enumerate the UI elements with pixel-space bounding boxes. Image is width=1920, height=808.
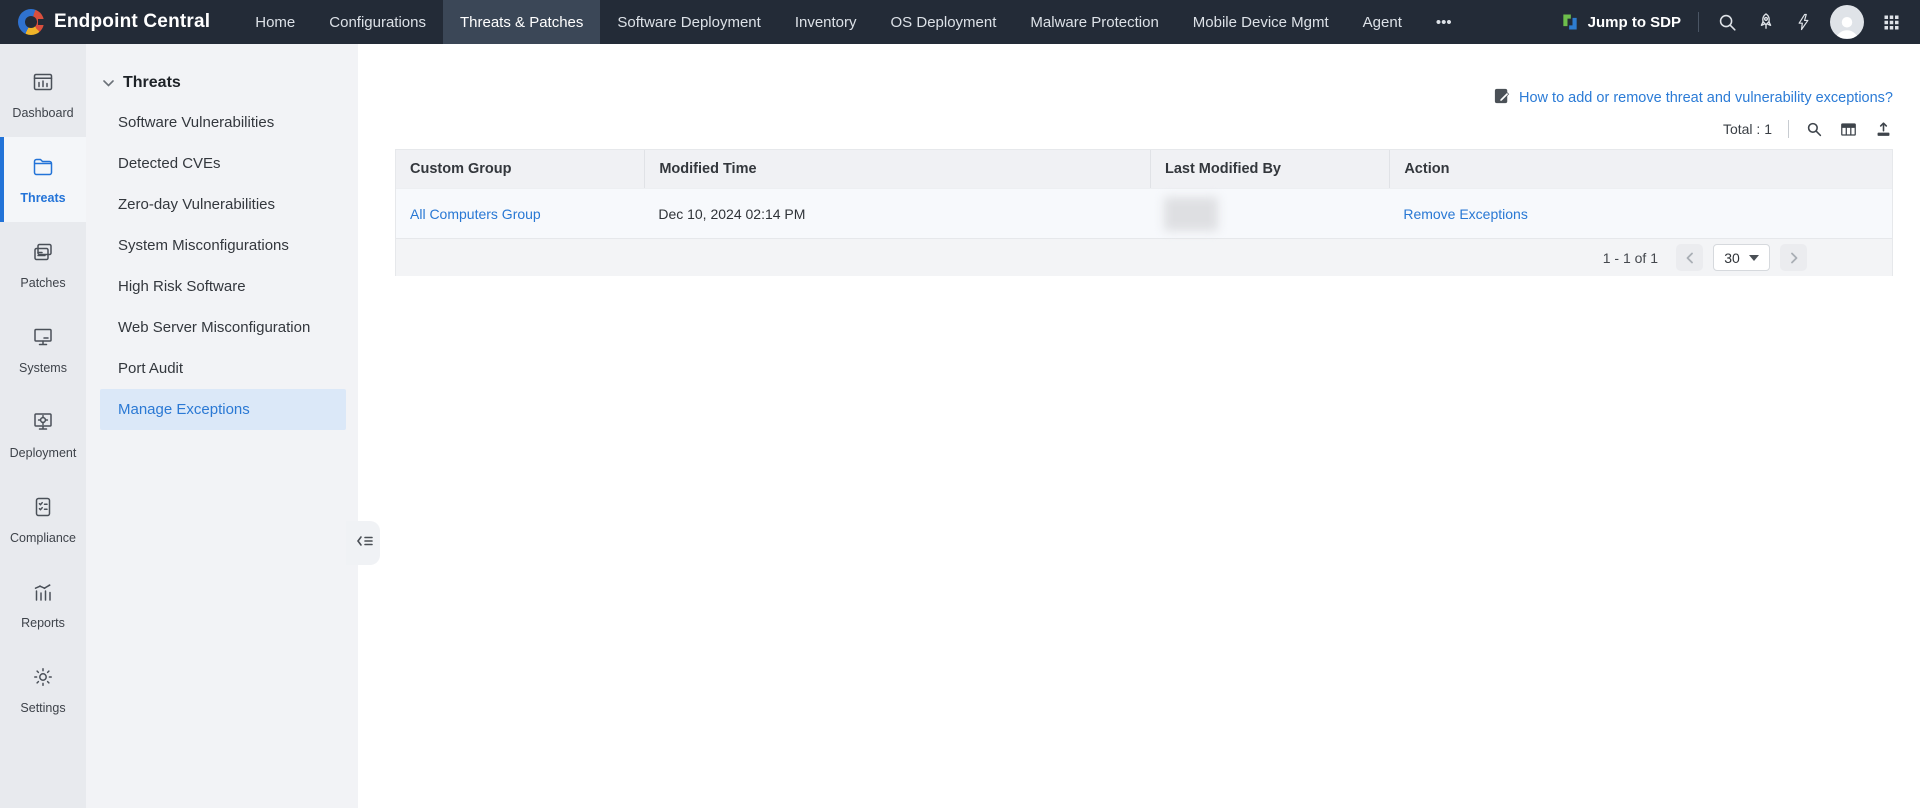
rail-item-settings[interactable]: Settings: [0, 647, 86, 732]
apps-grid-icon[interactable]: [1881, 12, 1902, 33]
rail-item-compliance[interactable]: Compliance: [0, 477, 86, 562]
top-navigation-bar: Endpoint Central Home Configurations Thr…: [0, 0, 1920, 44]
chevron-down-icon: [103, 74, 114, 92]
rail-item-label: Compliance: [9, 530, 76, 545]
sidebar-item-manage-exceptions[interactable]: Manage Exceptions: [100, 389, 346, 430]
rail-item-label: Settings: [20, 700, 66, 715]
brand-name: Endpoint Central: [54, 11, 211, 32]
rail-item-dashboard[interactable]: Dashboard: [0, 52, 86, 137]
threats-sidebar: Threats Software Vulnerabilities Detecte…: [86, 44, 358, 808]
rail-item-label: Deployment: [9, 445, 77, 460]
sidebar-item-software-vulnerabilities[interactable]: Software Vulnerabilities: [86, 102, 358, 143]
deployment-icon: [31, 410, 55, 437]
sidebar-item-detected-cves[interactable]: Detected CVEs: [86, 143, 358, 184]
cell-modified-time: Dec 10, 2024 02:14 PM: [644, 188, 1150, 238]
sidebar-item-web-server-misconfiguration[interactable]: Web Server Misconfiguration: [86, 307, 358, 348]
nav-item-mobile-device-mgmt[interactable]: Mobile Device Mgmt: [1176, 0, 1346, 44]
sidebar-item-zero-day-vulnerabilities[interactable]: Zero-day Vulnerabilities: [86, 184, 358, 225]
table-header-row: Custom Group Modified Time Last Modified…: [396, 150, 1892, 188]
user-avatar[interactable]: [1830, 5, 1864, 39]
nav-more-menu[interactable]: •••: [1419, 0, 1469, 44]
column-chooser-icon[interactable]: [1839, 120, 1858, 139]
page-size-dropdown[interactable]: 30: [1713, 244, 1770, 271]
nav-item-home[interactable]: Home: [238, 0, 312, 44]
rocket-icon[interactable]: [1755, 11, 1777, 33]
toolbar-separator: [1788, 120, 1789, 138]
nav-separator: [1698, 12, 1699, 32]
gear-icon: [31, 665, 55, 692]
sidebar-section-label: Threats: [123, 74, 181, 91]
cell-last-modified-by: [1149, 188, 1390, 238]
total-count-label: Total : 1: [1722, 121, 1772, 137]
sidebar-item-high-risk-software[interactable]: High Risk Software: [86, 266, 358, 307]
nav-item-software-deployment[interactable]: Software Deployment: [600, 0, 777, 44]
jump-to-sdp-button[interactable]: Jump to SDP: [1560, 12, 1681, 32]
rail-item-threats[interactable]: Threats: [0, 137, 86, 222]
rail-item-label: Systems: [19, 360, 67, 375]
brand[interactable]: Endpoint Central: [0, 9, 238, 35]
help-row: How to add or remove threat and vulnerab…: [358, 88, 1920, 108]
jump-to-sdp-label: Jump to SDP: [1587, 13, 1681, 31]
collapse-sidebar-icon: [356, 534, 374, 553]
help-link[interactable]: How to add or remove threat and vulnerab…: [1519, 90, 1893, 106]
page-size-value: 30: [1724, 249, 1740, 266]
sidebar-item-port-audit[interactable]: Port Audit: [86, 348, 358, 389]
remove-exceptions-link[interactable]: Remove Exceptions: [1403, 206, 1528, 222]
search-icon[interactable]: [1716, 11, 1738, 33]
rail-item-label: Dashboard: [12, 105, 74, 120]
rail-item-systems[interactable]: Systems: [0, 307, 86, 392]
column-header-custom-group[interactable]: Custom Group: [396, 150, 645, 188]
dashboard-icon: [31, 70, 55, 97]
rail-item-label: Reports: [21, 615, 65, 630]
endpoint-central-logo-icon: [18, 9, 46, 35]
pagination-range-label: 1 - 1 of 1: [1602, 249, 1658, 266]
nav-item-inventory[interactable]: Inventory: [778, 0, 874, 44]
sdp-logo-icon: [1560, 12, 1580, 32]
rail-item-label: Threats: [20, 190, 66, 205]
cell-action: Remove Exceptions: [1389, 188, 1892, 238]
reports-icon: [31, 580, 55, 607]
rail-item-label: Patches: [20, 275, 66, 290]
main-content: How to add or remove threat and vulnerab…: [358, 44, 1920, 808]
left-module-rail: Dashboard Threats Patches Systems Deploy…: [0, 44, 86, 808]
column-header-last-modified-by[interactable]: Last Modified By: [1149, 150, 1390, 188]
sidebar-item-system-misconfigurations[interactable]: System Misconfigurations: [86, 225, 358, 266]
caret-down-icon: [1748, 254, 1759, 261]
nav-item-os-deployment[interactable]: OS Deployment: [874, 0, 1014, 44]
primary-nav: Home Configurations Threats & Patches So…: [238, 0, 1468, 44]
rail-item-patches[interactable]: Patches: [0, 222, 86, 307]
pagination-prev-button[interactable]: [1676, 244, 1703, 271]
pagination-next-button[interactable]: [1780, 244, 1807, 271]
table-footer: 1 - 1 of 1 30: [396, 238, 1892, 276]
exceptions-table: Custom Group Modified Time Last Modified…: [395, 149, 1893, 276]
systems-icon: [31, 325, 55, 352]
compliance-icon: [31, 495, 55, 522]
threats-icon: [31, 155, 55, 182]
nav-item-malware-protection[interactable]: Malware Protection: [1013, 0, 1175, 44]
table-toolbar: Total : 1: [358, 118, 1920, 140]
lightning-icon[interactable]: [1794, 11, 1813, 33]
sidebar-section-threats[interactable]: Threats: [86, 44, 358, 102]
sidebar-collapse-button[interactable]: [346, 521, 380, 565]
patches-icon: [31, 240, 55, 267]
rail-item-deployment[interactable]: Deployment: [0, 392, 86, 477]
edit-note-icon: [1493, 86, 1512, 110]
redacted-value: [1163, 196, 1218, 231]
table-search-icon[interactable]: [1805, 120, 1823, 138]
column-header-modified-time[interactable]: Modified Time: [644, 150, 1150, 188]
column-header-action[interactable]: Action: [1389, 150, 1892, 188]
nav-item-configurations[interactable]: Configurations: [312, 0, 443, 44]
nav-item-agent[interactable]: Agent: [1346, 0, 1419, 44]
custom-group-link[interactable]: All Computers Group: [410, 206, 541, 222]
export-icon[interactable]: [1874, 120, 1893, 139]
table-row: All Computers Group Dec 10, 2024 02:14 P…: [396, 188, 1892, 238]
cell-custom-group: All Computers Group: [396, 188, 645, 238]
nav-item-threats-patches[interactable]: Threats & Patches: [443, 0, 601, 44]
rail-item-reports[interactable]: Reports: [0, 562, 86, 647]
nav-right-cluster: Jump to SDP: [1560, 5, 1920, 39]
